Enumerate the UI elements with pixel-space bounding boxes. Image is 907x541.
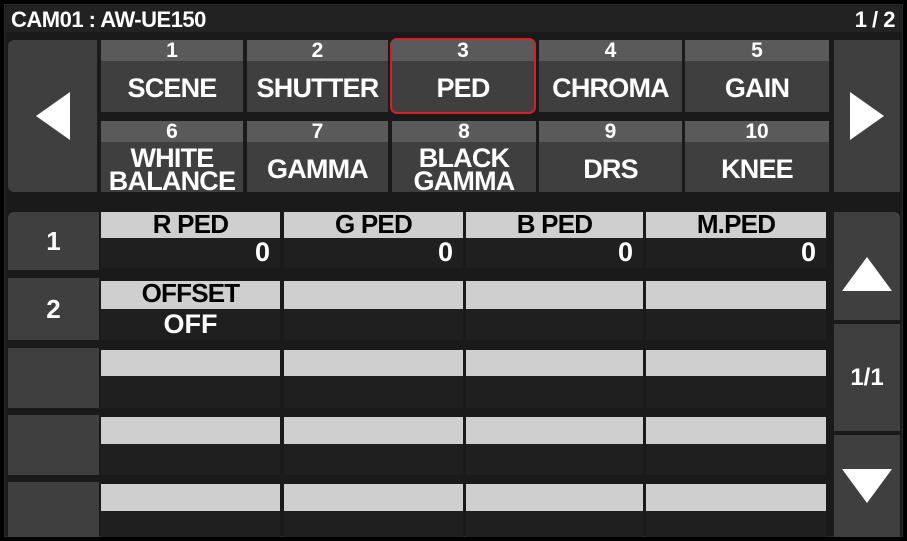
scroll-up-button[interactable] [834,212,900,320]
next-menu-button[interactable] [834,40,900,192]
menu-number: 10 [685,121,829,143]
menu-label: SHUTTER [256,73,380,103]
menu-scene-button[interactable]: 1 SCENE [101,40,243,112]
param-empty-label [646,417,826,444]
camera-title: CAM01 : AW-UE150 [11,7,206,32]
row-1-selector[interactable]: 1 [8,212,99,270]
param-empty-value [284,511,463,537]
param-empty-value [466,444,643,475]
param-empty-value [284,309,463,340]
menu-number: 5 [685,40,829,62]
page-indicator: 1 / 2 [854,7,896,32]
param-empty-label [646,350,826,376]
menu-label: WHITE BALANCE [101,144,243,196]
prev-menu-button[interactable] [8,40,97,192]
param-g-ped-label[interactable]: G PED [284,211,463,238]
param-empty-value [101,444,280,475]
menu-label: KNEE [721,153,794,184]
menu-knee-button[interactable]: 10 KNEE [685,121,829,192]
param-empty-value [101,376,280,408]
row-5-selector[interactable] [8,482,99,537]
row-2-selector[interactable]: 2 [8,278,99,340]
row-3-selector[interactable] [8,348,99,408]
menu-label: GAMMA [267,153,369,184]
menu-label-line2: BALANCE [108,166,236,196]
menu-number: 1 [101,40,243,62]
page-counter: 1/1 [834,324,900,431]
param-empty-label [466,484,643,511]
param-empty-value [646,444,826,475]
menu-number: 3 [392,40,534,62]
param-empty-value [466,511,643,537]
menu-black-gamma-button[interactable]: 8 BLACK GAMMA [392,121,536,196]
menu-label: SCENE [127,73,217,103]
param-empty-label [101,484,280,511]
menu-label: PED [436,73,490,103]
param-empty-label [284,281,463,309]
param-empty-value [101,511,280,537]
param-empty-label [284,417,463,444]
param-empty-value [646,376,826,408]
up-arrow-icon [842,257,892,291]
param-empty-label [466,281,643,309]
param-empty-value [284,376,463,408]
page-counter-label: 1/1 [850,363,884,391]
menu-white-balance-button[interactable]: 6 WHITE BALANCE [101,121,243,196]
param-empty-label [284,350,463,376]
param-g-ped-value[interactable]: 0 [284,238,463,268]
param-empty-value [284,444,463,475]
menu-number: 6 [101,121,243,143]
menu-drs-button[interactable]: 9 DRS [539,121,682,192]
param-empty-label [646,281,826,309]
menu-label: CHROMA [552,73,669,103]
menu-label: BLACK GAMMA [392,144,536,196]
param-empty-value [466,376,643,408]
param-offset-value[interactable]: OFF [101,309,280,340]
menu-label: DRS [583,153,638,184]
param-r-ped-value[interactable]: 0 [101,238,280,268]
param-empty-label [466,417,643,444]
menu-chroma-button[interactable]: 4 CHROMA [539,40,682,112]
param-empty-value [646,511,826,537]
row-index: 1 [46,225,61,256]
scroll-down-button[interactable] [834,435,900,537]
left-arrow-icon [35,92,70,140]
menu-number: 7 [247,121,388,143]
param-empty-label [101,417,280,444]
row-4-selector[interactable] [8,415,99,475]
param-empty-label [646,484,826,511]
param-r-ped-label[interactable]: R PED [101,211,280,238]
menu-label-line2: GAMMA [413,166,516,196]
menu-number: 2 [247,40,388,62]
param-m-ped-value[interactable]: 0 [646,238,826,268]
menu-number: 8 [392,121,536,143]
row-index: 2 [46,293,61,324]
menu-number: 4 [539,40,682,62]
param-b-ped-value[interactable]: 0 [466,238,643,268]
param-b-ped-label[interactable]: B PED [466,211,643,238]
down-arrow-icon [842,469,892,503]
menu-label: GAIN [724,73,790,103]
param-offset-label[interactable]: OFFSET [101,280,280,309]
param-empty-label [101,350,280,376]
param-empty-value [466,309,643,340]
menu-ped-button[interactable]: 3 PED [390,38,536,114]
menu-number: 9 [539,121,682,143]
menu-gain-button[interactable]: 5 GAIN [685,40,829,112]
right-arrow-icon [850,92,884,140]
title-bar: CAM01 : AW-UE150 1 / 2 [6,6,901,32]
param-empty-label [284,484,463,511]
param-empty-label [466,350,643,376]
menu-shutter-button[interactable]: 2 SHUTTER [247,40,388,112]
param-m-ped-label[interactable]: M.PED [646,211,826,238]
param-empty-value [646,309,826,340]
menu-gamma-button[interactable]: 7 GAMMA [247,121,388,192]
